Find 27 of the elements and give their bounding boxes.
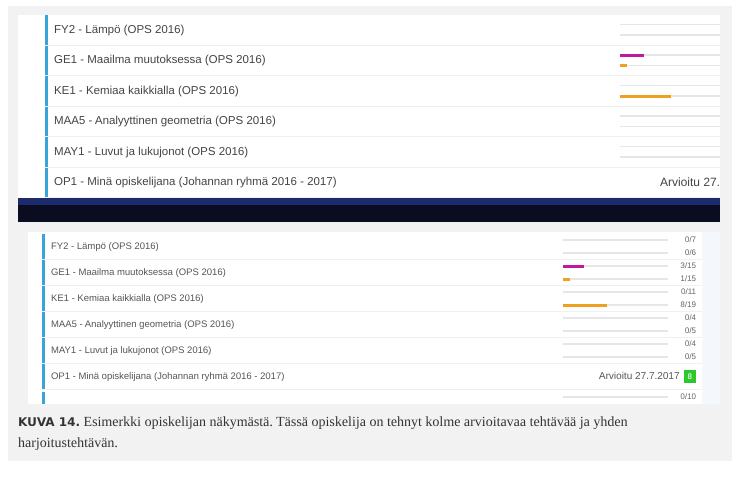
course-title[interactable]: FY2 - Lämpö (OPS 2016) (54, 24, 620, 36)
course-title[interactable]: KE1 - Kemiaa kaikkialla (OPS 2016) (51, 293, 563, 304)
progress-count: 0/11 (680, 287, 696, 297)
progress-count: 0/7 (684, 235, 696, 245)
grade-badge: 8 (684, 370, 696, 383)
course-title[interactable]: MAA5 - Analyyttinen geometria (OPS 2016) (51, 319, 563, 330)
progress-count: 0/5 (684, 352, 696, 362)
progress-count: 0/4 (684, 339, 696, 349)
progress-count: 0/10 (679, 392, 696, 402)
course-title[interactable]: KE1 - Kemiaa kaikkialla (OPS 2016) (54, 84, 620, 97)
progress-count: 3/15 (679, 261, 696, 271)
progress-count: 0/6 (684, 248, 696, 258)
progress-count: 8/19 (679, 300, 696, 310)
status-text: Arvioitu 27. (660, 175, 720, 190)
course-title[interactable]: MAY1 - Luvut ja lukujonot (OPS 2016) (54, 146, 620, 158)
course-title[interactable]: MAA5 - Analyyttinen geometria (OPS 2016) (54, 115, 620, 128)
course-title[interactable]: OP1 - Minä opiskelijana (Johannan ryhmä 2016 - 2017) (54, 176, 660, 188)
course-title[interactable]: GE1 - Maailma muutoksessa (OPS 2016) (51, 267, 563, 278)
progress-count: 0/5 (684, 326, 696, 336)
progress-count: 1/15 (679, 274, 696, 284)
course-title[interactable]: OP1 - Minä opiskelijana (Johannan ryhmä 2016 - 2017) (51, 371, 599, 382)
course-title[interactable]: MAY1 - Luvut ja lukujonot (OPS 2016) (51, 345, 563, 356)
progress-count: 0/4 (684, 313, 696, 323)
course-title[interactable]: GE1 - Maailma muutoksessa (OPS 2016) (54, 54, 620, 66)
figure-caption: KUVA 14. Esimerkki opiskelijan näkymästä. Tässä opiskelija on tehnyt kolme arvioitavaa tehtävää ja yhden harjoitustehtävän. (18, 414, 629, 453)
status-text: Arvioitu 27.7.2017 (598, 371, 680, 382)
course-title[interactable]: FY2 - Lämpö (OPS 2016) (51, 241, 563, 252)
